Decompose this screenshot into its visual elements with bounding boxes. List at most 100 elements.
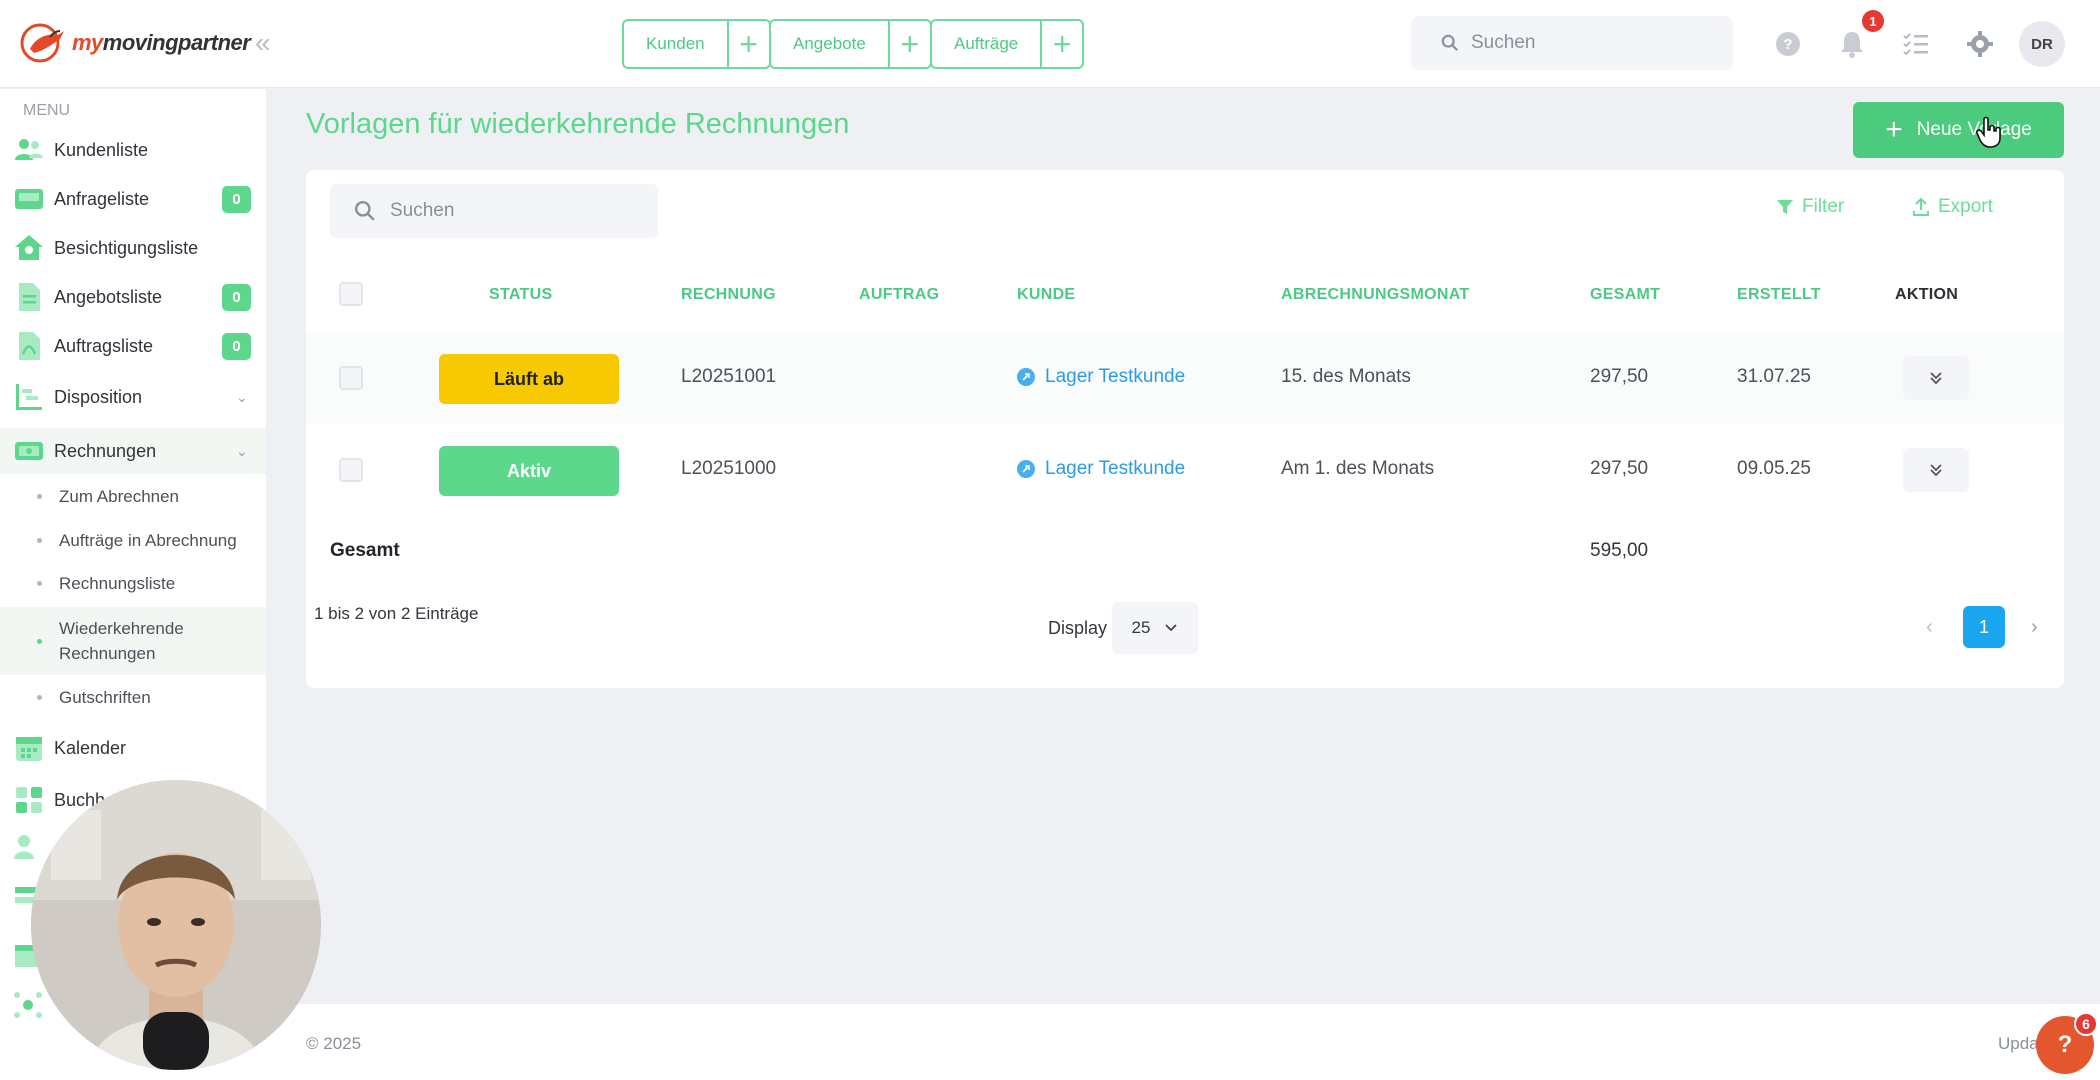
collapse-sidebar-button[interactable]: « [255, 28, 271, 58]
templates-table-card: Filter Export STATUS RECHNUNG AUFTRAG KU… [306, 170, 2064, 688]
document-icon [19, 283, 40, 311]
sidebar-item-angebotsliste[interactable]: Angebotsliste 0 [0, 274, 266, 320]
header-kunde[interactable]: KUNDE [1017, 286, 1075, 304]
chevron-down-icon: ⌄ [236, 388, 248, 405]
row-action-button[interactable] [1903, 356, 1969, 400]
footer: © 2025 Upda [266, 1004, 2100, 1080]
webcam-overlay [31, 780, 321, 1070]
hand-cursor-icon [1976, 116, 2001, 148]
brand-logo[interactable]: mymovingpartner [20, 20, 251, 66]
add-auftrag-plus-icon[interactable]: + [1042, 21, 1082, 67]
page-title: Vorlagen für wiederkehrende Rechnungen [306, 108, 850, 140]
filter-icon [1777, 200, 1793, 214]
sidebar-item-auftragsliste[interactable]: Auftragsliste 0 [0, 323, 266, 369]
header-aktion: AKTION [1895, 286, 1959, 303]
customer-link[interactable]: Lager Testkunde [1017, 366, 1185, 388]
user-avatar[interactable]: DR [2019, 21, 2065, 67]
gantt-chart-icon [16, 384, 42, 410]
customer-name: Lager Testkunde [1045, 366, 1186, 387]
bullet-icon [37, 638, 42, 644]
sidebar-item-anfrageliste[interactable]: Anfrageliste 0 [0, 176, 266, 222]
double-chevron-down-icon [1930, 464, 1942, 477]
sidebar-subitem-label: Aufträge in Abrechnung [59, 530, 237, 550]
table-header: STATUS RECHNUNG AUFTRAG KUNDE ABRECHNUNG… [306, 266, 2064, 324]
quick-link-kunden: Kunden + [622, 19, 771, 69]
brand-name: mymovingpartner [72, 30, 251, 55]
row-checkbox[interactable] [339, 458, 363, 482]
next-page-chevron-icon[interactable]: › [2031, 616, 2038, 639]
header-auftrag[interactable]: AUFTRAG [859, 286, 939, 304]
banknote-icon [15, 442, 43, 460]
sidebar-subitem-rechnungsliste[interactable]: Rechnungsliste [0, 562, 266, 604]
add-angebot-plus-icon[interactable]: + [890, 21, 930, 67]
new-template-button[interactable]: + Neue Vorlage [1853, 102, 2064, 158]
house-icon [15, 235, 43, 260]
upload-icon [1913, 197, 1929, 216]
angebote-link[interactable]: Angebote [771, 21, 890, 67]
sidebar-item-rechnungen[interactable]: Rechnungen ⌄ [0, 428, 266, 474]
sidebar-subitem-auftraege-in-abrechnung[interactable]: Aufträge in Abrechnung [0, 519, 266, 561]
bullet-icon [37, 493, 42, 499]
created-date: 09.05.25 [1737, 458, 1811, 479]
status-badge: Läuft ab [439, 354, 619, 404]
sidebar-subitem-gutschriften[interactable]: Gutschriften [0, 676, 266, 718]
customer-name: Lager Testkunde [1045, 458, 1186, 479]
bell-icon[interactable] [1834, 26, 1870, 62]
notification-badge: 1 [1862, 10, 1884, 32]
users-icon [15, 139, 43, 160]
task-list-icon[interactable] [1898, 26, 1934, 62]
auftraege-link[interactable]: Aufträge [932, 21, 1043, 67]
sidebar-subitem-wiederkehrende-rechnungen[interactable]: Wiederkehrende Rechnungen [0, 607, 266, 675]
search-icon [354, 200, 375, 221]
sidebar-subitem-zum-abrechnen[interactable]: Zum Abrechnen [0, 475, 266, 517]
bullet-icon [37, 537, 42, 543]
sidebar-item-label: Disposition [54, 386, 143, 407]
customer-link[interactable]: Lager Testkunde [1017, 458, 1185, 480]
count-badge: 0 [222, 185, 251, 213]
header-rechnung[interactable]: RECHNUNG [681, 286, 776, 304]
header-erstellt[interactable]: ERSTELLT [1737, 286, 1821, 304]
page-size-value: 25 [1131, 618, 1151, 637]
table-row[interactable]: Läuft ab L20251001 Lager Testkunde 15. d… [306, 332, 2064, 424]
page-size-select[interactable]: 25 [1112, 602, 1198, 654]
header-gesamt[interactable]: GESAMT [1590, 286, 1660, 304]
status-badge: Aktiv [439, 446, 619, 496]
export-button[interactable]: Export [1912, 196, 1993, 218]
quick-link-angebote: Angebote + [769, 19, 932, 69]
table-search-input[interactable] [390, 200, 640, 222]
kunden-link[interactable]: Kunden [624, 21, 729, 67]
help-icon[interactable]: ? [1770, 26, 1806, 62]
filter-button[interactable]: Filter [1776, 196, 1844, 218]
total-label: Gesamt [330, 540, 400, 561]
header-abrechnungsmonat[interactable]: ABRECHNUNGSMONAT [1281, 286, 1470, 304]
row-action-button[interactable] [1903, 448, 1969, 492]
billing-month: Am 1. des Monats [1281, 458, 1435, 479]
billing-month: 15. des Monats [1281, 366, 1411, 387]
global-search-input[interactable] [1471, 32, 1711, 54]
sidebar-item-disposition[interactable]: Disposition ⌄ [0, 374, 266, 420]
table-row[interactable]: Aktiv L20251000 Lager Testkunde Am 1. de… [306, 424, 2064, 516]
double-chevron-down-icon [1930, 372, 1942, 385]
sidebar-item-besichtigungsliste[interactable]: Besichtigungsliste [0, 225, 266, 271]
sidebar-item-kundenliste[interactable]: Kundenliste [0, 127, 266, 173]
select-all-checkbox[interactable] [339, 282, 363, 306]
sidebar-item-label: Kalender [54, 737, 127, 758]
add-kunde-plus-icon[interactable]: + [729, 21, 769, 67]
header-status[interactable]: STATUS [489, 286, 552, 304]
kangaroo-logo-icon [20, 23, 64, 63]
sidebar-item-label: Angebotsliste [54, 286, 163, 307]
gear-icon[interactable] [1962, 26, 1998, 62]
chevron-down-icon: ⌄ [236, 442, 248, 459]
sidebar-item-kalender[interactable]: Kalender [0, 725, 266, 771]
total-amount: 297,50 [1590, 458, 1649, 479]
page-1-button[interactable]: 1 [1963, 606, 2005, 648]
row-checkbox[interactable] [339, 366, 363, 390]
previous-page-chevron-icon[interactable]: ‹ [1926, 616, 1933, 639]
help-badge: 6 [2074, 1012, 2098, 1036]
sidebar-item-label: Besichtigungsliste [54, 237, 199, 258]
update-text: Upda [1998, 1034, 2039, 1053]
inbox-icon [15, 189, 43, 209]
sidebar-subitem-label: Zum Abrechnen [59, 486, 180, 506]
calculator-icon [16, 787, 42, 813]
top-bar: mymovingpartner « Kunden + Angebote + Au… [0, 0, 2100, 88]
